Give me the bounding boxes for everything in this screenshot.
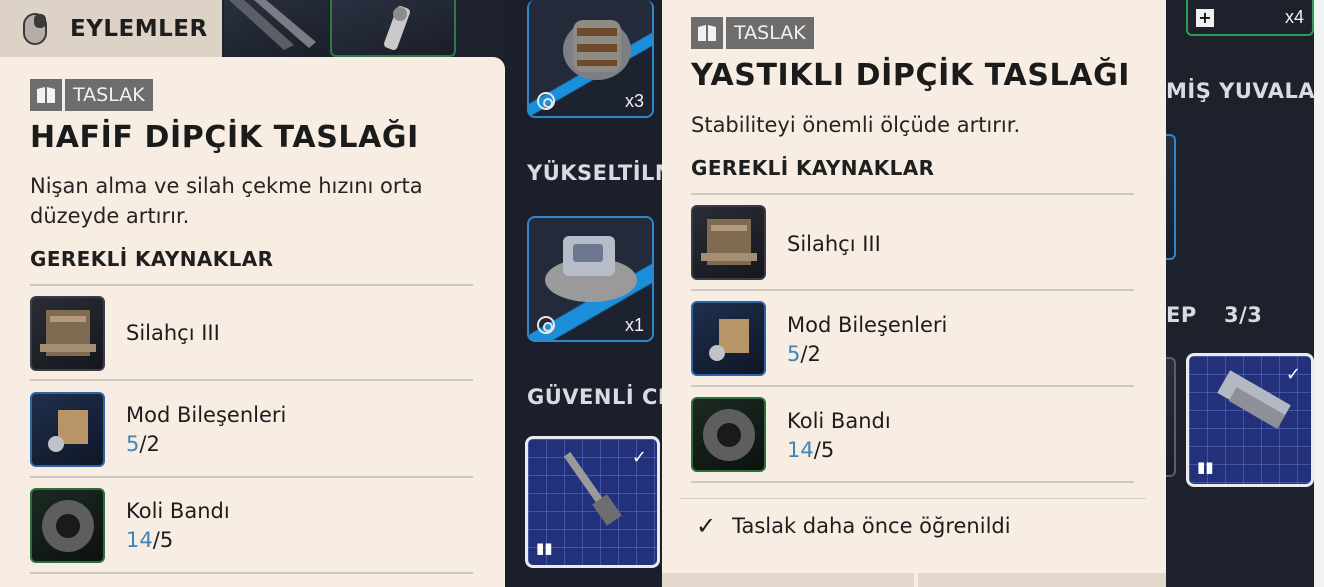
divider xyxy=(691,193,1134,195)
resource-need: 5 xyxy=(159,528,174,552)
resource-have: 14 xyxy=(787,438,814,462)
weapon-tile[interactable] xyxy=(224,0,328,57)
check-icon: ✓ xyxy=(696,512,717,540)
divider xyxy=(691,385,1134,387)
divider xyxy=(691,481,1134,483)
slots-heading: MİŞ YUVALAR xyxy=(1166,79,1324,103)
item-quantity: x3 xyxy=(624,91,644,111)
resource-have: 5 xyxy=(787,342,801,366)
plus-box-icon: + xyxy=(1196,9,1214,27)
target-icon xyxy=(537,316,555,334)
gunsmith-icon xyxy=(691,205,766,280)
padded-stock-tile[interactable]: ✓ ▮▮ xyxy=(1186,353,1314,487)
blueprint-title: YASTIKLI DİPÇİK TASLAĞI xyxy=(691,58,1131,93)
duct-tape-icon xyxy=(30,488,105,563)
divider xyxy=(691,289,1134,291)
resource-name: Silahçı III xyxy=(787,232,881,256)
blueprint-badge: TASLAK xyxy=(691,17,814,49)
upgraded-slots-heading: YÜKSELTİLM xyxy=(527,161,677,185)
blueprint-title: HAFİF DİPÇİK TASLAĞI xyxy=(30,120,419,155)
device-icon xyxy=(545,236,637,302)
mouse-icon xyxy=(23,12,47,45)
learned-status: ✓ Taslak daha önce öğrenildi xyxy=(696,512,1011,540)
blueprint-badge: TASLAK xyxy=(30,79,153,111)
footer-button-right[interactable] xyxy=(918,573,1166,587)
divider xyxy=(30,379,473,381)
gunsmith-icon xyxy=(30,296,105,371)
book-icon: ▮▮ xyxy=(536,539,553,557)
blueprint-badge-label: TASLAK xyxy=(65,79,153,111)
blueprint-description: Stabiliteyi önemli ölçüde artırır. xyxy=(691,113,1021,137)
resource-need: 5 xyxy=(820,438,835,462)
left-blueprint-tooltip: TASLAK HAFİF DİPÇİK TASLAĞI Nişan alma v… xyxy=(0,57,505,587)
resource-name: Koli Bandı xyxy=(787,409,891,433)
target-icon xyxy=(537,92,555,110)
rifle-stock-icon xyxy=(229,0,316,50)
grip-icon xyxy=(384,6,410,50)
learned-text: Taslak daha önce öğrenildi xyxy=(732,514,1011,538)
item-quantity: x4 xyxy=(1284,7,1304,27)
required-resources-heading: GEREKLİ KAYNAKLAR xyxy=(691,156,935,180)
blueprint-badge-label: TASLAK xyxy=(726,17,814,49)
resource-name: Mod Bileşenleri xyxy=(126,403,287,427)
ep-count: 3/3 xyxy=(1224,303,1263,327)
right-blueprint-tooltip: TASLAK YASTIKLI DİPÇİK TASLAĞI Stabilite… xyxy=(662,0,1166,587)
book-icon: ▮▮ xyxy=(1197,458,1214,476)
resource-name: Koli Bandı xyxy=(126,499,230,523)
right-edge xyxy=(1314,0,1324,587)
top-right-tile[interactable]: + x4 xyxy=(1186,0,1314,36)
resource-have: 5 xyxy=(126,432,140,456)
device-item-tile[interactable]: x1 xyxy=(527,216,654,342)
resource-need: 2 xyxy=(146,432,160,456)
stock-blueprint-tile[interactable]: ✓ ▮▮ xyxy=(525,436,660,568)
item-quantity: x1 xyxy=(624,315,644,335)
mod-components-icon xyxy=(691,301,766,376)
divider xyxy=(30,476,473,478)
duct-tape-icon xyxy=(691,397,766,472)
divider xyxy=(30,572,473,574)
resource-need: 2 xyxy=(807,342,821,366)
barrel-item-tile[interactable]: x3 xyxy=(527,0,654,118)
side-slot-tile[interactable] xyxy=(1166,134,1176,260)
resource-count: 14/5 xyxy=(787,438,835,462)
resource-count: 5/2 xyxy=(787,342,821,366)
resource-count: 14/5 xyxy=(126,528,174,552)
side-slot-tile-2[interactable] xyxy=(1166,357,1176,477)
divider xyxy=(680,498,1146,499)
footer-button-left[interactable] xyxy=(662,573,914,587)
book-icon xyxy=(691,17,723,49)
divider xyxy=(30,284,473,286)
resource-name: Silahçı III xyxy=(126,321,220,345)
barrel-icon xyxy=(563,20,631,80)
check-icon: ✓ xyxy=(631,447,647,468)
actions-tab-label: EYLEMLER xyxy=(70,15,208,42)
blueprint-description: Nişan alma ve silah çekme hızını orta dü… xyxy=(30,174,423,228)
attachment-tile[interactable] xyxy=(330,0,456,57)
resource-name: Mod Bileşenleri xyxy=(787,313,948,337)
mod-components-icon xyxy=(30,392,105,467)
resource-have: 14 xyxy=(126,528,153,552)
secure-pocket-heading: GÜVENLİ CE xyxy=(527,385,673,409)
ep-heading: EP xyxy=(1166,303,1197,327)
resource-count: 5/2 xyxy=(126,432,160,456)
actions-tab[interactable]: EYLEMLER xyxy=(0,0,222,57)
required-resources-heading: GEREKLİ KAYNAKLAR xyxy=(30,247,274,271)
book-icon xyxy=(30,79,62,111)
check-icon: ✓ xyxy=(1285,364,1301,385)
